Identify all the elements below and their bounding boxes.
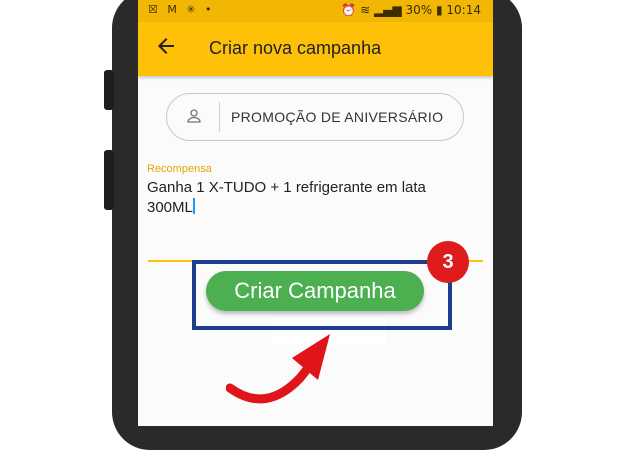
phone-side-button (104, 150, 114, 210)
app-bar: Criar nova campanha (138, 22, 493, 76)
tutorial-arrow-icon (226, 334, 330, 404)
page-title: Criar nova campanha (209, 38, 382, 58)
battery-icon: ▮ (435, 3, 443, 17)
phone-side-button (104, 70, 114, 110)
step-badge: 3 (427, 241, 469, 283)
wifi-icon: ≋ (360, 3, 371, 17)
signal-icon: ▂▄▆ (373, 3, 402, 17)
person-icon (187, 109, 201, 123)
battery-level: 30% (405, 3, 433, 17)
text-cursor (192, 198, 195, 214)
field-divider (219, 102, 220, 132)
alarm-icon: ⏰ (341, 3, 357, 17)
clock: 10:14 (446, 3, 481, 17)
notification-icons: ☒ M ✳ • (148, 3, 215, 16)
reward-value-line1: Ganha 1 X-TUDO + 1 refrigerante em lata (147, 179, 426, 196)
campaign-name-value: PROMOÇÃO DE ANIVERSÁRIO (231, 109, 444, 125)
arrow-left-icon[interactable] (154, 34, 178, 58)
reward-field[interactable]: Ganha 1 X-TUDO + 1 refrigerante em lata … (147, 178, 477, 218)
campaign-name-field[interactable]: PROMOÇÃO DE ANIVERSÁRIO (166, 93, 464, 141)
status-bar: ☒ M ✳ • ⏰ ≋ ▂▄▆ 30% ▮ 10:14 (138, 0, 493, 22)
reward-value-line2: 300ML (147, 199, 193, 216)
reward-label: Recompensa (147, 163, 212, 175)
status-right: ⏰ ≋ ▂▄▆ 30% ▮ 10:14 (341, 3, 481, 17)
